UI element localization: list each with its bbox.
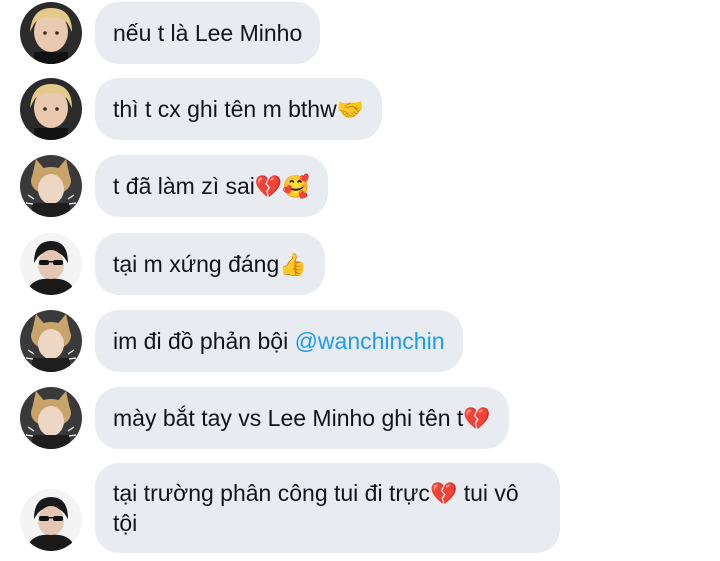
broken-heart-emoji: 💔 [463, 407, 491, 432]
message-text: nếu t là Lee Minho [113, 20, 303, 46]
cat-ear-girl-avatar[interactable] [20, 310, 82, 372]
message-bubble[interactable]: mày bắt tay vs Lee Minho ghi tên t💔 [95, 387, 509, 449]
chat-thread: nếu t là Lee Minho thì t cx ghi tên m bt… [0, 0, 720, 561]
sunglasses-boy-avatar[interactable] [20, 233, 82, 295]
broken-heart-smiling-emoji: 💔🥰 [254, 175, 310, 200]
message-bubble[interactable]: tại trường phân công tui đi trực💔 tui vô… [95, 463, 560, 553]
cat-ear-girl-avatar[interactable] [20, 155, 82, 217]
handshake-emoji: 🤝 [336, 98, 365, 123]
message-text: im đi đồ phản bội [113, 328, 295, 354]
broken-heart-emoji: 💔 [429, 482, 458, 507]
message-bubble[interactable]: nếu t là Lee Minho [95, 2, 321, 64]
message-text: tại trường phân công tui đi trực [113, 480, 430, 506]
message-text: thì t cx ghi tên m bthw [113, 96, 337, 122]
thumbs-up-emoji: 👍 [279, 253, 307, 278]
message-text: mày bắt tay vs Lee Minho ghi tên t [113, 405, 464, 431]
blonde-boy-avatar[interactable] [20, 78, 82, 140]
sunglasses-boy-avatar[interactable] [20, 489, 82, 551]
message-bubble[interactable]: t đã làm zì sai💔🥰 [95, 155, 328, 217]
message-bubble[interactable]: thì t cx ghi tên m bthw🤝 [95, 78, 383, 140]
message-text: tại m xứng đáng [113, 251, 280, 277]
blonde-boy-avatar[interactable] [20, 2, 82, 64]
message-bubble[interactable]: tại m xứng đáng👍 [95, 233, 325, 295]
message-bubble[interactable]: im đi đồ phản bội @wanchinchin [95, 310, 463, 372]
mention-link[interactable]: @wanchinchin [295, 328, 445, 354]
message-text: t đã làm zì sai [113, 173, 255, 199]
cat-ear-girl-avatar[interactable] [20, 387, 82, 449]
